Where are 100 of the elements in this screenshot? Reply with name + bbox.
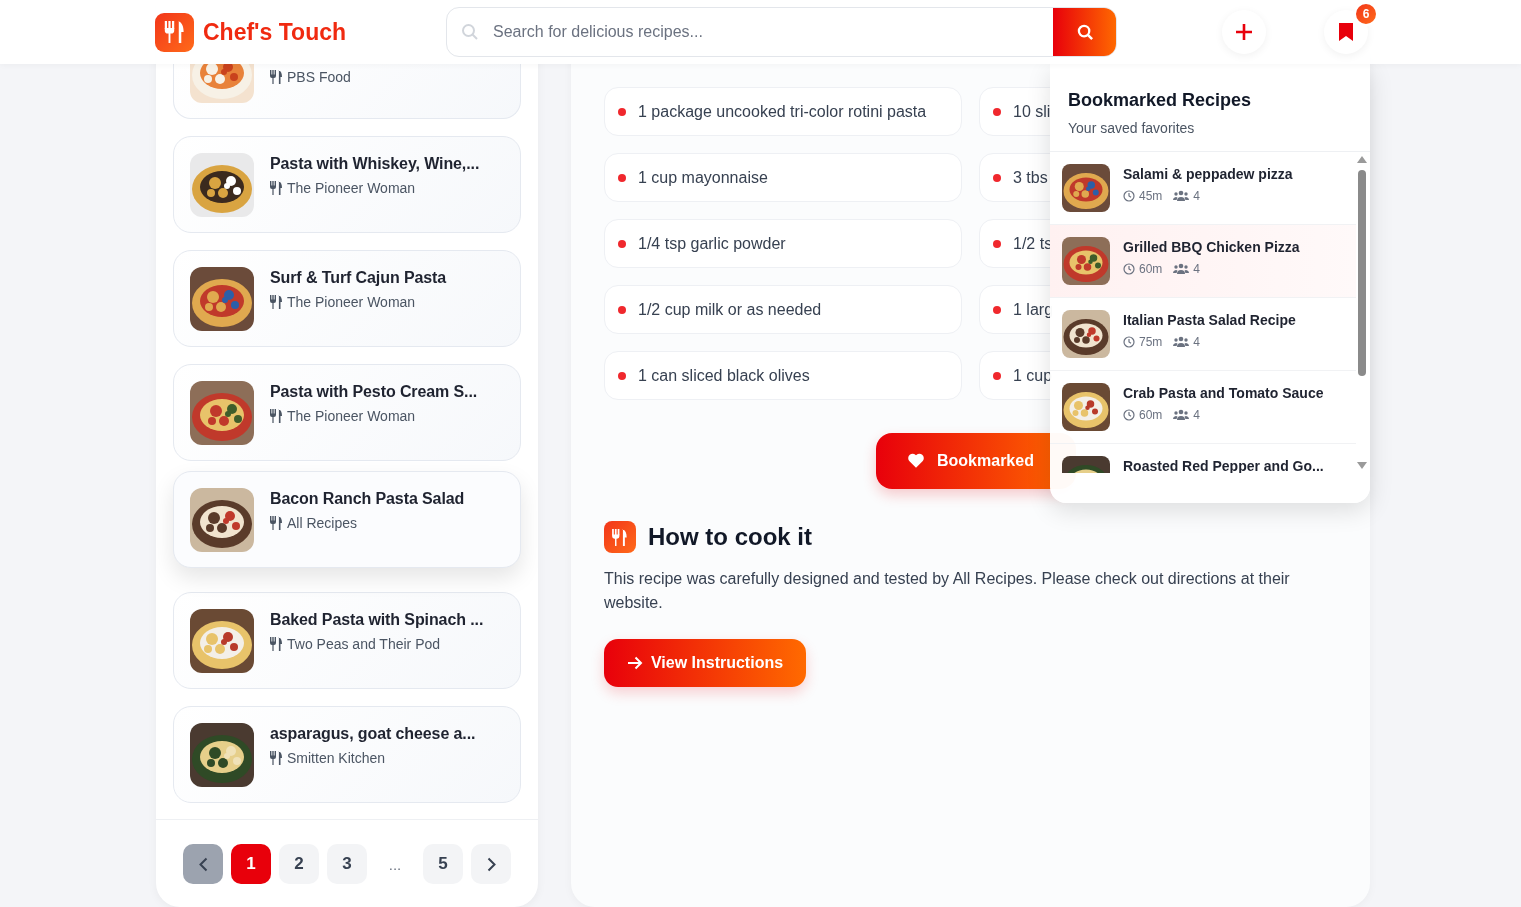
cook-time: 60m	[1139, 262, 1163, 276]
people-icon	[1173, 336, 1190, 348]
plus-icon	[1235, 23, 1253, 41]
clock-icon	[1123, 190, 1135, 202]
recipe-source: PBS Food	[287, 69, 351, 85]
search-input[interactable]: Search for delicious recipes...	[479, 8, 1053, 56]
ingredient-text: 1 package uncooked tri-color rotini pasta	[638, 102, 927, 121]
search-button[interactable]	[1053, 8, 1116, 56]
page-ellipsis: ...	[387, 854, 403, 875]
recipe-title: Baked Pasta with Spinach ...	[270, 610, 484, 630]
utensils-icon	[270, 181, 283, 195]
add-recipe-button[interactable]	[1222, 10, 1266, 54]
bullet-icon	[618, 371, 626, 380]
scroll-up-icon[interactable]	[1357, 156, 1367, 163]
utensils-icon	[604, 521, 636, 553]
cook-time: 45m	[1139, 189, 1163, 203]
bookmark-title: Roasted Red Pepper and Go...	[1123, 458, 1324, 473]
recipe-title: Bacon Ranch Pasta Salad	[270, 489, 465, 509]
ingredient-text: 1/4 tsp garlic powder	[638, 234, 786, 253]
clock-icon	[1123, 409, 1135, 421]
section-heading: How to cook it	[648, 523, 812, 551]
search-icon	[1076, 23, 1094, 41]
chevron-left-icon	[198, 856, 208, 872]
recipe-title: Surf & Turf Cajun Pasta	[270, 268, 447, 288]
recipe-card[interactable]: Surf & Turf Cajun Pasta The Pioneer Woman	[173, 250, 521, 347]
page-button[interactable]: 1	[231, 844, 271, 884]
utensils-icon	[270, 751, 283, 765]
bullet-icon	[618, 107, 626, 116]
recipe-card[interactable]: Pasta with Whiskey, Wine,... The Pioneer Woman	[173, 136, 521, 233]
bullet-icon	[618, 173, 626, 182]
bookmark-icon	[1338, 22, 1354, 42]
page-button[interactable]: 3	[327, 844, 367, 884]
recipe-source: The Pioneer Woman	[287, 180, 416, 196]
ingredient-text: 1 cup mayonnaise	[638, 168, 768, 187]
scroll-down-icon[interactable]	[1357, 462, 1367, 469]
bookmark-item[interactable]: Grilled BBQ Chicken Pizza 60m 4	[1050, 225, 1356, 298]
utensils-icon	[270, 70, 283, 84]
ingredient-text: 1/2 cup milk or as needed	[638, 300, 822, 319]
servings-count: 4	[1193, 408, 1201, 422]
utensils-icon	[270, 516, 283, 530]
next-page-button[interactable]	[471, 844, 511, 884]
cook-time: 60m	[1139, 408, 1163, 422]
recipe-title: asparagus, goat cheese a...	[270, 724, 476, 744]
popup-title: Bookmarked Recipes	[1068, 90, 1253, 111]
ingredient-text: 10 sli	[1013, 102, 1051, 121]
search-icon	[461, 23, 479, 41]
bullet-icon	[618, 305, 626, 314]
bullet-icon	[618, 239, 626, 248]
recipe-source: The Pioneer Woman	[287, 294, 416, 310]
scrollbar-thumb[interactable]	[1358, 170, 1366, 376]
search-field[interactable]: Search for delicious recipes...	[446, 7, 1117, 57]
page-button[interactable]: 5	[423, 844, 463, 884]
view-instructions-button[interactable]: View Instructions	[604, 639, 806, 687]
recipe-source: Smitten Kitchen	[287, 750, 386, 766]
popup-subtitle: Your saved favorites	[1068, 120, 1196, 136]
people-icon	[1173, 190, 1190, 202]
recipe-source: The Pioneer Woman	[287, 408, 416, 424]
recipe-title: Pasta with Whiskey, Wine,...	[270, 154, 480, 174]
bookmark-item[interactable]: Crab Pasta and Tomato Sauce 60m 4	[1050, 371, 1356, 444]
bookmark-count: 6	[1354, 2, 1378, 26]
clock-icon	[1123, 336, 1135, 348]
arrow-right-icon	[626, 656, 643, 670]
bookmark-title: Salami & peppadew pizza	[1123, 166, 1293, 182]
bullet-icon	[993, 371, 1001, 380]
bullet-icon	[993, 305, 1001, 314]
bullet-icon	[993, 107, 1001, 116]
recipe-source: Two Peas and Their Pod	[287, 636, 441, 652]
bookmark-title: Italian Pasta Salad Recipe	[1123, 312, 1296, 328]
recipe-card[interactable]: PBS Food	[173, 64, 521, 119]
recipe-card[interactable]: Pasta with Pesto Cream S... The Pioneer Woman	[173, 364, 521, 461]
chevron-right-icon	[486, 856, 496, 872]
heart-icon	[907, 452, 925, 470]
servings-count: 4	[1193, 262, 1201, 276]
cook-time: 75m	[1139, 335, 1163, 349]
bullet-icon	[993, 239, 1001, 248]
ingredient-text: 3 tbs	[1013, 168, 1048, 187]
recipe-card[interactable]: Baked Pasta with Spinach ... Two Peas and Their Pod	[173, 592, 521, 689]
recipe-title: Pasta with Pesto Cream S...	[270, 382, 478, 402]
people-icon	[1173, 263, 1190, 275]
utensils-icon	[270, 409, 283, 423]
bookmark-item[interactable]: Salami & peppadew pizza 45m 4	[1050, 152, 1356, 225]
ingredient-text: 1 cup	[1013, 366, 1053, 385]
app-logo-text[interactable]: Chef's Touch	[203, 18, 347, 46]
ingredient-text: 1 can sliced black olives	[638, 366, 810, 385]
people-icon	[1173, 409, 1190, 421]
recipe-card[interactable]: asparagus, goat cheese a... Smitten Kitchen	[173, 706, 521, 803]
recipe-source: All Recipes	[287, 515, 358, 531]
instructions-text: This recipe was carefully designed and tested by All Recipes. Please check out directions at their website.	[604, 569, 1291, 613]
page-button[interactable]: 2	[279, 844, 319, 884]
bookmark-item[interactable]: Italian Pasta Salad Recipe 75m 4	[1050, 298, 1356, 371]
recipe-card[interactable]: Bacon Ranch Pasta Salad All Recipes	[173, 471, 521, 568]
utensils-icon	[270, 637, 283, 651]
servings-count: 4	[1193, 335, 1201, 349]
bookmark-title: Crab Pasta and Tomato Sauce	[1123, 385, 1324, 401]
logo-icon	[155, 12, 194, 52]
bookmark-title: Grilled BBQ Chicken Pizza	[1123, 239, 1300, 255]
clock-icon	[1123, 263, 1135, 275]
bullet-icon	[993, 173, 1001, 182]
servings-count: 4	[1193, 189, 1201, 203]
utensils-icon	[270, 295, 283, 309]
